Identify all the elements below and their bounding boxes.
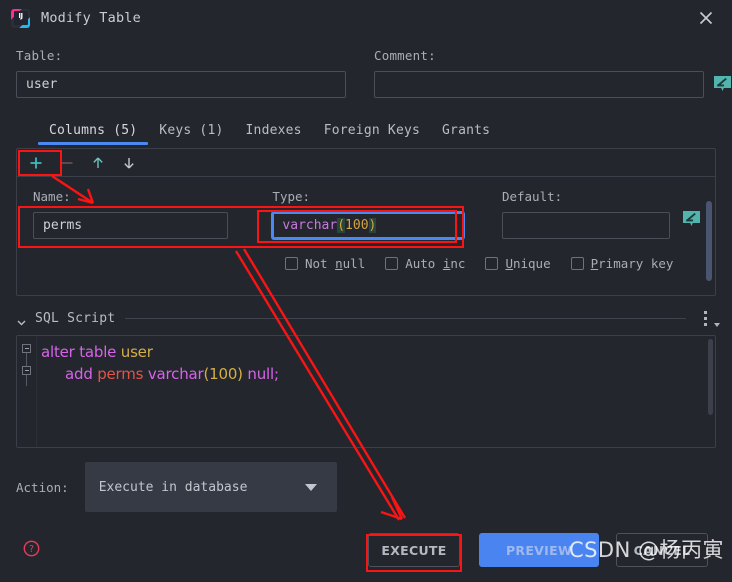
columns-toolbar <box>17 149 715 177</box>
default-assistant-icon[interactable] <box>682 210 701 229</box>
type-token-name: varchar <box>282 218 337 233</box>
plus-icon[interactable] <box>28 155 44 171</box>
column-default-group: Default: <box>502 189 670 239</box>
tab-grants[interactable]: Grants <box>431 123 501 143</box>
column-default-label: Default: <box>502 189 670 204</box>
help-circle-icon[interactable]: ? <box>23 540 40 557</box>
sql-token: user <box>121 343 153 361</box>
tab-indexes[interactable]: Indexes <box>235 123 313 143</box>
window-title: Modify Table <box>41 10 141 26</box>
checkbox-label: Auto inc <box>405 256 465 271</box>
arrow-up-icon[interactable] <box>90 155 106 171</box>
tab-columns[interactable]: Columns (5) <box>38 123 148 143</box>
sql-token: perms <box>97 365 148 383</box>
cancel-button[interactable]: CANCEL <box>616 533 708 567</box>
comment-field-group: Comment: <box>374 48 704 98</box>
action-label: Action: <box>16 480 69 495</box>
tab-foreign-keys[interactable]: Foreign Keys <box>313 123 431 143</box>
execute-button[interactable]: EXECUTE <box>368 533 460 567</box>
checkbox-unique[interactable]: Unique <box>485 256 550 271</box>
sql-token: alter table <box>41 343 121 361</box>
sql-code-content[interactable]: alter table user add perms varchar(100) … <box>37 336 715 447</box>
sql-script-title: SQL Script <box>35 311 115 326</box>
type-token-close-paren: ) <box>369 218 377 233</box>
label-mnemonic: n <box>335 256 343 271</box>
sql-token: null; <box>243 365 279 383</box>
columns-panel-scrollbar[interactable] <box>706 201 712 281</box>
table-label: Table: <box>16 48 346 63</box>
chevron-down-icon[interactable] <box>305 484 317 491</box>
table-name-input[interactable]: user <box>16 71 346 98</box>
arrow-down-icon[interactable] <box>121 155 137 171</box>
column-default-input[interactable] <box>502 212 670 239</box>
checkbox-primary-key[interactable]: Primary key <box>571 256 674 271</box>
type-token-open-paren: ( <box>337 218 345 233</box>
columns-panel: Name: perms Type: varchar(100) Default: <box>16 148 716 296</box>
sql-editor-scrollbar[interactable] <box>708 339 713 415</box>
checkbox-label: Unique <box>505 256 550 271</box>
top-fields-row: Table: user Comment: <box>0 36 732 98</box>
sql-token: add <box>65 365 97 383</box>
sql-line-2: add perms varchar(100) null; <box>41 363 715 385</box>
editor-gutter <box>17 336 37 447</box>
label-pre: Auto <box>405 256 443 271</box>
checkbox-not-null[interactable]: Not null <box>285 256 365 271</box>
comment-input[interactable] <box>374 71 704 98</box>
dialog-button-row: ? EXECUTE PREVIEW CANCEL <box>0 530 732 570</box>
chevron-down-icon[interactable] <box>714 323 720 327</box>
checkbox-box[interactable] <box>485 257 498 270</box>
comment-label: Comment: <box>374 48 704 63</box>
tab-keys[interactable]: Keys (1) <box>148 123 234 143</box>
intellij-idea-icon <box>11 9 30 28</box>
checkbox-box[interactable] <box>385 257 398 270</box>
fold-marker-icon[interactable] <box>22 344 31 353</box>
header-divider <box>125 318 686 319</box>
kebab-menu-icon[interactable] <box>700 308 716 328</box>
label-post: nc <box>450 256 465 271</box>
column-type-label: Type: <box>272 189 464 204</box>
label-mnemonic: U <box>505 256 513 271</box>
table-field-group: Table: user <box>16 48 346 98</box>
title-bar: Modify Table <box>0 0 732 36</box>
column-type-group: Type: varchar(100) <box>272 189 464 239</box>
checkbox-label: Not null <box>305 256 365 271</box>
chevron-down-icon[interactable] <box>16 313 27 324</box>
column-name-input[interactable]: perms <box>33 212 228 239</box>
sql-line-1: alter table user <box>41 341 715 363</box>
column-editor-form: Name: perms Type: varchar(100) Default: <box>17 177 715 271</box>
tab-bar: Columns (5) Keys (1) Indexes Foreign Key… <box>0 115 732 143</box>
sql-editor[interactable]: alter table user add perms varchar(100) … <box>16 335 716 448</box>
label-post: ull <box>343 256 366 271</box>
comment-assistant-icon[interactable] <box>713 75 732 94</box>
checkbox-auto-inc[interactable]: Auto inc <box>385 256 465 271</box>
svg-text:?: ? <box>29 544 34 555</box>
label-pre: Not <box>305 256 335 271</box>
label-post: nique <box>513 256 551 271</box>
column-fields-row: Name: perms Type: varchar(100) Default: <box>17 189 715 239</box>
sql-token: varchar <box>148 365 204 383</box>
sql-token: (100) <box>203 365 242 383</box>
fold-marker-icon[interactable] <box>22 366 31 375</box>
column-name-label: Name: <box>33 189 228 204</box>
action-dropdown[interactable]: Execute in database <box>85 462 337 512</box>
label-post: rimary key <box>598 256 673 271</box>
close-icon[interactable] <box>696 8 716 28</box>
action-selected-value: Execute in database <box>99 480 305 495</box>
column-name-group: Name: perms <box>33 189 228 239</box>
sql-script-header: SQL Script <box>16 308 716 328</box>
preview-button[interactable]: PREVIEW <box>479 533 599 567</box>
checkbox-box[interactable] <box>285 257 298 270</box>
type-token-length: 100 <box>345 218 368 233</box>
minus-icon <box>59 155 75 171</box>
checkbox-box[interactable] <box>571 257 584 270</box>
checkbox-label: Primary key <box>591 256 674 271</box>
action-row: Action: Execute in database <box>16 462 732 512</box>
column-flags-row: Not null Auto inc Unique Primary key <box>17 256 715 271</box>
column-type-input[interactable]: varchar(100) <box>272 212 464 239</box>
